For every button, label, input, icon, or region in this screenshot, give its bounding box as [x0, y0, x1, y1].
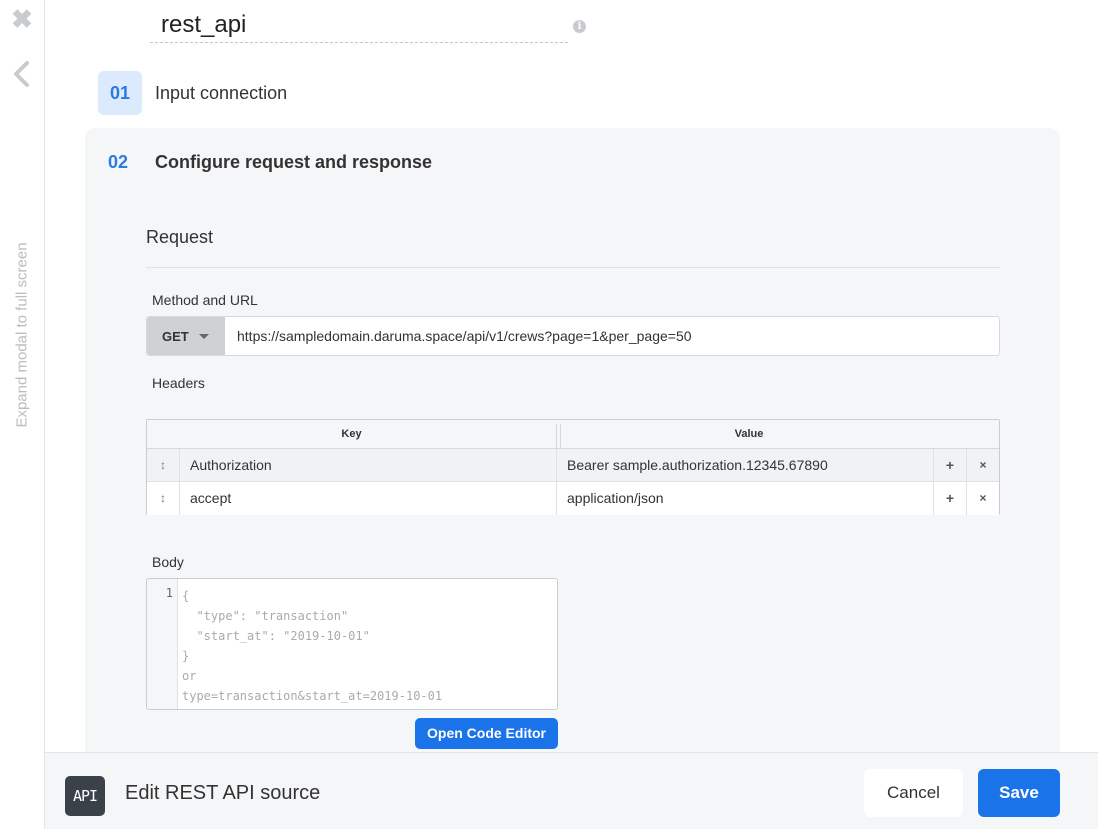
add-row-icon[interactable]: + — [934, 482, 967, 515]
step1-number: 01 — [98, 71, 142, 115]
left-rail: ✖ Expand modal to full screen — [0, 0, 45, 829]
info-icon[interactable]: i — [573, 20, 586, 33]
headers-table-header: Key Value — [147, 420, 999, 449]
placeholder-line: type=transaction&start_at=2019-10-01 — [182, 689, 443, 703]
placeholder-line: or — [182, 669, 197, 683]
line-number-gutter: 1 — [147, 579, 178, 709]
body-placeholder: { "type": "transaction" "start_at": "201… — [182, 586, 553, 709]
table-row: ↕ accept application/json + × — [147, 482, 999, 515]
modal-footer: API Edit REST API source Cancel Save — [45, 752, 1098, 829]
placeholder-line: "type": "transaction" — [182, 609, 349, 623]
remove-row-icon[interactable]: × — [967, 482, 999, 515]
section-divider — [146, 267, 1000, 268]
chevron-left-icon[interactable] — [10, 60, 34, 88]
header-value-cell[interactable]: application/json — [557, 482, 934, 515]
key-column-header: Key — [341, 428, 362, 440]
cancel-button[interactable]: Cancel — [864, 769, 963, 817]
caret-down-icon — [198, 333, 209, 339]
source-name-field — [150, 8, 568, 43]
header-key-cell[interactable]: Authorization — [180, 449, 557, 482]
api-source-logo: API — [65, 776, 105, 816]
drag-handle-icon[interactable]: ↕ — [147, 482, 180, 515]
table-row: ↕ Authorization Bearer sample.authorizat… — [147, 449, 999, 482]
modal-content: i 01 Input connection 02 Configure reque… — [45, 0, 1098, 752]
step1-label: Input connection — [155, 82, 288, 103]
step2-label: Configure request and response — [155, 152, 433, 172]
step-input-connection[interactable]: 01 Input connection — [98, 71, 287, 115]
header-key-cell[interactable]: accept — [180, 482, 557, 515]
header-value-cell[interactable]: Bearer sample.authorization.12345.67890 — [557, 449, 934, 482]
method-url-label: Method and URL — [152, 292, 258, 308]
footer-title: Edit REST API source — [125, 782, 321, 804]
method-select[interactable]: GET — [147, 317, 225, 355]
request-section-title: Request — [146, 227, 214, 247]
method-value: GET — [162, 328, 189, 344]
value-column-header: Value — [734, 428, 764, 440]
headers-label: Headers — [152, 375, 205, 391]
line-number: 1 — [165, 586, 173, 600]
placeholder-line: { — [182, 589, 190, 603]
placeholder-line: } — [182, 649, 190, 663]
add-row-icon[interactable]: + — [934, 449, 967, 482]
method-url-row: GET — [146, 316, 1000, 356]
remove-row-icon[interactable]: × — [967, 449, 999, 482]
headers-table: Key Value ↕ Authorization Bearer sample.… — [146, 419, 1000, 515]
source-name-input[interactable] — [150, 8, 568, 42]
step2-number: 02 — [108, 152, 129, 172]
drag-handle-icon[interactable]: ↕ — [147, 449, 180, 482]
placeholder-line: "start_at": "2019-10-01" — [182, 629, 370, 643]
close-icon[interactable]: ✖ — [10, 6, 34, 32]
save-button[interactable]: Save — [978, 769, 1060, 817]
body-editor[interactable]: 1 { "type": "transaction" "start_at": "2… — [146, 578, 558, 710]
url-input[interactable] — [225, 317, 999, 355]
open-code-editor-button[interactable]: Open Code Editor — [415, 718, 558, 749]
expand-fullscreen-link[interactable]: Expand modal to full screen — [14, 242, 31, 427]
configure-panel: 02 Configure request and response Reques… — [85, 128, 1060, 752]
body-label: Body — [152, 554, 184, 570]
